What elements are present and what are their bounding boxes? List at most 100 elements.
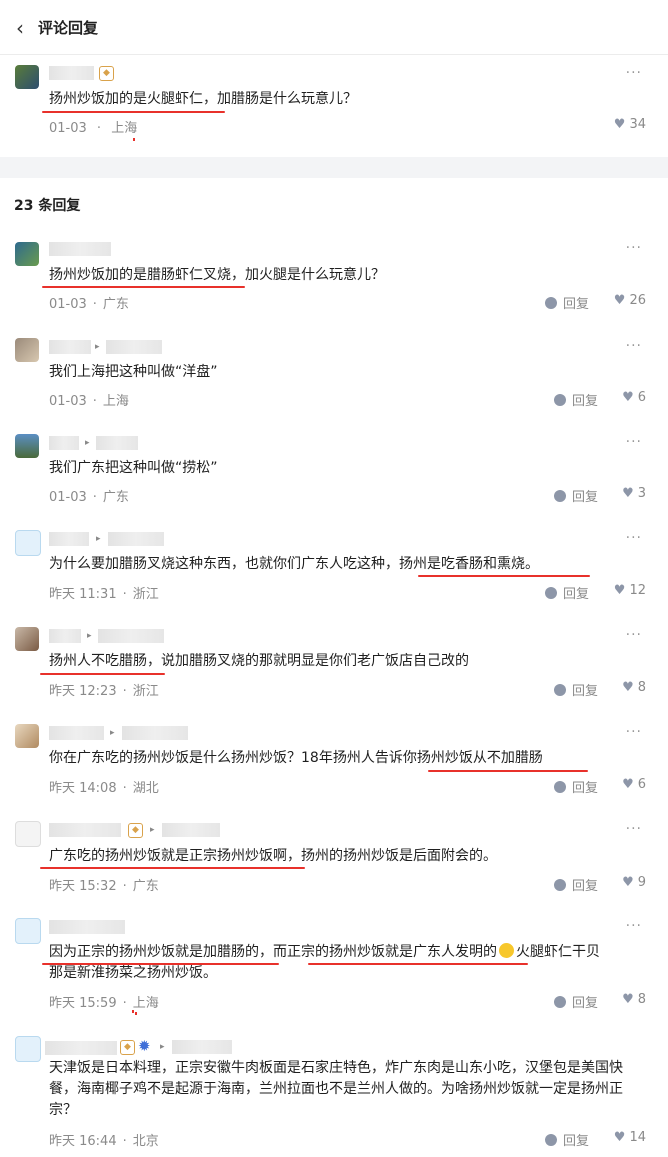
username-blurred[interactable] [49,532,89,546]
highlight-underline [42,286,245,288]
like-button[interactable]: ♥ 6 [622,777,646,792]
like-button[interactable]: ♥ 14 [614,1130,646,1145]
reply-text: 我们广东把这种叫做“捞松” [49,460,218,476]
like-button[interactable]: ♥ 26 [614,293,646,308]
username-blurred[interactable] [49,823,121,837]
reply-meta: 昨天 16:44 · 北京 [49,1130,159,1149]
chevron-left-icon[interactable]: ‹ [16,16,24,40]
more-options-icon[interactable]: ··· [626,821,642,837]
original-comment: ◆ ··· 扬州炒饭加的是火腿虾仁，加腊肠是什么玩意儿？ 01-03 · 上海 … [0,55,668,157]
avatar[interactable] [15,65,39,89]
reply-to-arrow-icon: ▸ [95,342,100,352]
like-button[interactable]: ♥ 9 [622,875,646,890]
avatar[interactable] [15,1036,41,1062]
separator: · [92,297,97,312]
highlight-underline [308,963,528,965]
reply-to-username-blurred[interactable] [106,340,162,354]
avatar[interactable] [15,242,39,266]
reply-date: 01-03 [49,490,87,505]
reply-meta: 昨天 11:31 · 浙江 [49,583,159,602]
more-options-icon[interactable]: ··· [626,918,642,934]
username-blurred[interactable] [49,242,111,256]
like-count: 8 [637,680,646,695]
reply-meta: 昨天 14:08 · 湖北 [49,777,159,796]
reply-to-username-blurred[interactable] [98,629,164,643]
reply-button[interactable]: 回复 [554,390,598,409]
like-button[interactable]: ♥ 12 [614,583,646,598]
username-blurred[interactable] [49,629,81,643]
username-blurred[interactable] [49,66,94,80]
avatar[interactable] [15,918,41,944]
reply-button[interactable]: 回复 [554,680,598,699]
reply-button[interactable]: 回复 [554,777,598,796]
reply-to-username-blurred[interactable] [172,1040,232,1054]
avatar[interactable] [15,434,39,458]
highlight-underline [42,963,279,965]
highlight-underline [42,111,225,113]
like-count: 3 [637,486,646,501]
username-blurred[interactable] [49,340,91,354]
more-options-icon[interactable]: ··· [626,240,642,256]
username-blurred[interactable] [49,920,125,934]
reply-label: 回复 [563,587,590,602]
comment-icon [554,996,566,1008]
reply-button[interactable]: 回复 [554,875,598,894]
username-blurred[interactable] [49,436,79,450]
like-button[interactable]: ♥ 8 [622,992,646,1007]
like-button[interactable]: ♥ 6 [622,390,646,405]
separator: · [96,121,102,136]
comment-meta: 01-03 · 上海 [49,117,137,136]
more-options-icon[interactable]: ··· [626,724,642,740]
reply-label: 回复 [563,1134,590,1149]
like-button[interactable]: ♥ 8 [622,680,646,695]
reply-item: ··· 扬州炒饭加的是腊肠虾仁叉烧，加火腿是什么玩意儿？ 01-03 · 广东 回复… [0,232,668,328]
reply-location: 广东 [102,490,129,505]
like-count: 14 [629,1130,646,1145]
reply-button[interactable]: 回复 [545,293,589,312]
heart-icon: ♥ [613,117,626,132]
separator: · [122,996,127,1011]
reply-to-arrow-icon: ▸ [160,1042,165,1052]
username-blurred[interactable] [45,1041,117,1055]
reply-text: 扬州人不吃腊肠，说加腊肠叉烧的那就明显是你们老广饭店自己改的 [49,653,469,669]
more-options-icon[interactable]: ··· [626,627,642,643]
avatar[interactable] [15,530,41,556]
reply-label: 回复 [572,394,599,409]
more-options-icon[interactable]: ··· [626,530,642,546]
reply-button[interactable]: 回复 [554,992,598,1011]
reply-date: 昨天 15:59 [49,996,117,1011]
more-options-icon[interactable]: ··· [626,338,642,354]
reply-location: 浙江 [132,587,159,602]
reply-text-part: 那是新淮扬菜之扬州炒饭。 [49,965,217,981]
like-count: 12 [629,583,646,598]
heart-icon: ♥ [613,583,626,598]
avatar[interactable] [15,821,41,847]
more-options-icon[interactable]: ··· [626,65,642,81]
reply-text: 你在广东吃的扬州炒饭是什么扬州炒饭？18年扬州人告诉你扬州炒饭从不加腊肠 [49,750,543,766]
avatar[interactable] [15,338,39,362]
reply-meta: 昨天 15:32 · 广东 [49,875,159,894]
username-blurred[interactable] [49,726,104,740]
reply-location: 上海 [132,996,159,1011]
reply-to-username-blurred[interactable] [122,726,188,740]
reply-to-arrow-icon: ▸ [85,438,90,448]
reply-date: 昨天 11:31 [49,587,117,602]
more-options-icon[interactable]: ··· [626,434,642,450]
level-badge-icon: ◆ [128,823,143,838]
reply-to-username-blurred[interactable] [96,436,138,450]
reply-button[interactable]: 回复 [545,1130,589,1149]
reply-to-username-blurred[interactable] [162,823,220,837]
separator: · [122,781,127,796]
reply-text: 扬州炒饭加的是腊肠虾仁叉烧，加火腿是什么玩意儿？ [49,267,385,283]
reply-button[interactable]: 回复 [554,486,598,505]
reply-location: 湖北 [132,781,159,796]
avatar[interactable] [15,627,39,651]
reply-label: 回复 [572,781,599,796]
reply-item: ◆ ✹ ▸ 天津饭是日本料理，正宗安徽牛肉板面是石家庄特色，炸广东肉是山东小吃，… [0,1010,668,1157]
reply-to-username-blurred[interactable] [108,532,164,546]
like-button[interactable]: ♥ 3 [622,486,646,501]
avatar[interactable] [15,724,39,748]
like-button[interactable]: ♥ 34 [614,117,646,132]
verified-gear-icon: ✹ [138,1037,151,1055]
reply-button[interactable]: 回复 [545,583,589,602]
